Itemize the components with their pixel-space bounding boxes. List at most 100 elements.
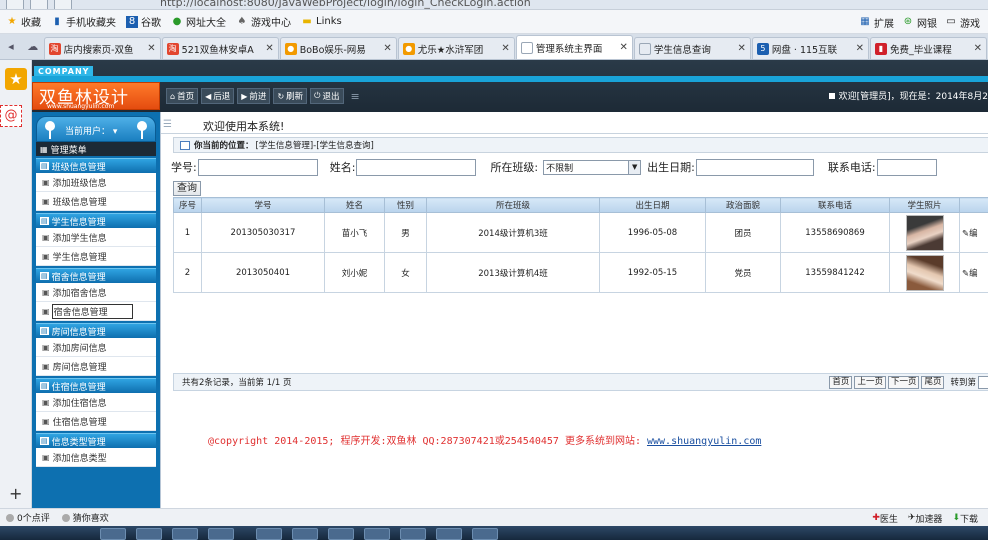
sidebar-section-class[interactable]: ▤ 班级信息管理 [36, 158, 156, 173]
student-photo[interactable] [905, 214, 944, 251]
col-header[interactable]: 序号 [173, 197, 202, 213]
sidebar-item-add-room[interactable]: ▣ 添加房间信息 [36, 338, 156, 357]
bookmark-site-nav[interactable]: ● 网址大全 [171, 14, 226, 30]
comments-status[interactable]: 0个点评 [6, 511, 50, 524]
birth-date-input[interactable] [695, 158, 814, 176]
browser-tab-1[interactable]: 淘 521双鱼林安卓A ✕ [161, 37, 279, 59]
browser-tab-7[interactable]: ▮ 免费_毕业课程 ✕ [869, 37, 987, 59]
col-header[interactable]: 性别 [384, 197, 427, 213]
table-row[interactable]: 2 2013050401 刘小妮 女 2013级计算机4班 1992-05-15… [173, 252, 988, 293]
recommend-status[interactable]: 猜你喜欢 [61, 511, 109, 524]
back-nav-button[interactable] [6, 0, 24, 9]
close-icon[interactable]: ✕ [501, 43, 509, 54]
close-icon[interactable]: ✕ [619, 42, 627, 53]
class-select[interactable]: 不限制 ▼ [543, 159, 642, 175]
favorites-star-icon[interactable]: ★ [5, 68, 27, 90]
sidebar-item-manage-room[interactable]: ▣ 房间信息管理 [36, 357, 156, 376]
at-icon[interactable]: @ [0, 105, 22, 127]
col-header[interactable]: 学号 [201, 197, 325, 213]
forward-button[interactable]: ▶ 前进 [237, 88, 271, 104]
home-button[interactable]: ⌂ 首页 [166, 88, 199, 104]
close-icon[interactable]: ✕ [738, 43, 746, 54]
taskbar-app-icon[interactable] [436, 528, 462, 540]
phone-input[interactable] [876, 158, 937, 176]
sidebar-section-dorm[interactable]: ▤ 宿舍信息管理 [36, 268, 156, 283]
refresh-button[interactable]: ↻ 刷新 [273, 88, 308, 104]
sidebar-item-manage-student[interactable]: ▣ 学生信息管理 [36, 247, 156, 266]
menu-icon[interactable]: ≡ [351, 90, 360, 103]
address-bar[interactable]: http://localhost:8080/JavaWebProject/log… [160, 0, 531, 9]
student-no-input[interactable] [197, 158, 318, 176]
add-icon[interactable]: + [9, 484, 22, 503]
edit-link[interactable]: ✎编 [959, 212, 988, 253]
taskbar-app-icon[interactable] [328, 528, 354, 540]
browser-tab-6[interactable]: 5 网盘 · 115互联 ✕ [751, 37, 869, 59]
browser-tab-5[interactable]: 学生信息查询 ✕ [633, 37, 751, 59]
taskbar-app-icon[interactable] [208, 528, 234, 540]
bookmark-google[interactable]: 8 谷歌 [126, 14, 161, 29]
next-page-button[interactable]: 下一页 [887, 375, 920, 389]
browser-tab-2[interactable]: ● BoBo娱乐-网易 ✕ [279, 37, 397, 59]
col-header[interactable]: 所在班级 [426, 197, 600, 213]
col-header[interactable]: 姓名 [324, 197, 385, 213]
sidebar-item-add-infotype[interactable]: ▣ 添加信息类型 [36, 448, 156, 467]
name-input[interactable] [356, 158, 477, 176]
bookmark-mobile[interactable]: ▮ 手机收藏夹 [51, 14, 116, 30]
sidebar-item-manage-dorm[interactable]: ▣ 宿舍信息管理 [36, 302, 156, 321]
sidebar-item-manage-class[interactable]: ▣ 班级信息管理 [36, 192, 156, 211]
first-page-button[interactable]: 首页 [829, 375, 853, 389]
sidebar-item-manage-lodging[interactable]: ▣ 住宿信息管理 [36, 412, 156, 431]
browser-tab-0[interactable]: 淘店内搜索页-双鱼 ✕ [43, 37, 161, 59]
bank-button[interactable]: ⊛ 网银 [902, 15, 937, 30]
close-icon[interactable]: ✕ [856, 43, 864, 54]
sidebar-item-add-lodging[interactable]: ▣ 添加住宿信息 [36, 393, 156, 412]
sidebar-section-student[interactable]: ▤ 学生信息管理 [36, 213, 156, 228]
taskbar-app-icon[interactable] [400, 528, 426, 540]
taskbar-app-icon[interactable] [100, 528, 126, 540]
close-icon[interactable]: ✕ [147, 43, 155, 54]
sidebar-item-add-dorm[interactable]: ▣ 添加宿舍信息 [36, 283, 156, 302]
goto-page-input[interactable] [978, 375, 988, 389]
forward-nav-button[interactable] [30, 0, 48, 9]
tab-back-icon[interactable]: ◂ [0, 34, 22, 59]
doctor-button[interactable]: ✚ 医生 [872, 512, 898, 525]
taskbar-app-icon[interactable] [172, 528, 198, 540]
bookmark-links[interactable]: ▬ Links [301, 16, 341, 28]
taskbar-app-icon[interactable] [256, 528, 282, 540]
query-button[interactable]: 查询 [173, 181, 201, 196]
sidebar-section-lodging[interactable]: ▤ 住宿信息管理 [36, 378, 156, 393]
game-button[interactable]: ▭ 游戏 [945, 15, 980, 30]
accelerator-button[interactable]: ✈ 加速器 [908, 512, 943, 525]
bookmark-favorites[interactable]: ★ 收藏 [6, 14, 41, 30]
website-link[interactable]: www.shuangyulin.com [647, 436, 761, 447]
col-header[interactable]: 政治面貌 [705, 197, 781, 213]
download-button[interactable]: ⬇ 下载 [952, 512, 978, 525]
cloud-icon[interactable]: ☁ [22, 34, 44, 59]
taskbar-app-icon[interactable] [364, 528, 390, 540]
logout-button[interactable]: ⏻ 退出 [310, 88, 344, 104]
taskbar-app-icon[interactable] [136, 528, 162, 540]
close-icon[interactable]: ✕ [383, 43, 391, 54]
taskbar-app-icon[interactable] [292, 528, 318, 540]
extensions-button[interactable]: ▦ 扩展 [859, 15, 894, 30]
browser-tab-3[interactable]: ● 尤乐★水浒军团 ✕ [397, 37, 515, 59]
col-header[interactable]: 联系电话 [780, 197, 890, 213]
student-photo[interactable] [905, 254, 944, 291]
sidebar-section-room[interactable]: ▤ 房间信息管理 [36, 323, 156, 338]
table-row[interactable]: 1 201305030317 苗小飞 男 2014级计算机3班 1996-05-… [173, 212, 988, 253]
prev-page-button[interactable]: 上一页 [854, 375, 886, 389]
col-header[interactable]: 学生照片 [889, 197, 960, 213]
pause-nav-button[interactable] [54, 0, 72, 9]
sidebar-item-add-student[interactable]: ▣ 添加学生信息 [36, 228, 156, 247]
close-icon[interactable]: ✕ [265, 43, 273, 54]
bookmark-games[interactable]: ♠ 游戏中心 [236, 14, 291, 30]
col-header[interactable]: 出生日期 [599, 197, 706, 213]
sidebar-item-add-class[interactable]: ▣ 添加班级信息 [36, 173, 156, 192]
taskbar-app-icon[interactable] [472, 528, 498, 540]
back-button[interactable]: ◀ 后退 [201, 88, 235, 104]
close-icon[interactable]: ✕ [974, 43, 982, 54]
collapse-grip-icon[interactable]: ☰ [163, 119, 172, 130]
browser-tab-4[interactable]: 管理系统主界面 ✕ [515, 35, 633, 59]
edit-link[interactable]: ✎编 [959, 252, 988, 293]
last-page-button[interactable]: 尾页 [921, 375, 945, 389]
